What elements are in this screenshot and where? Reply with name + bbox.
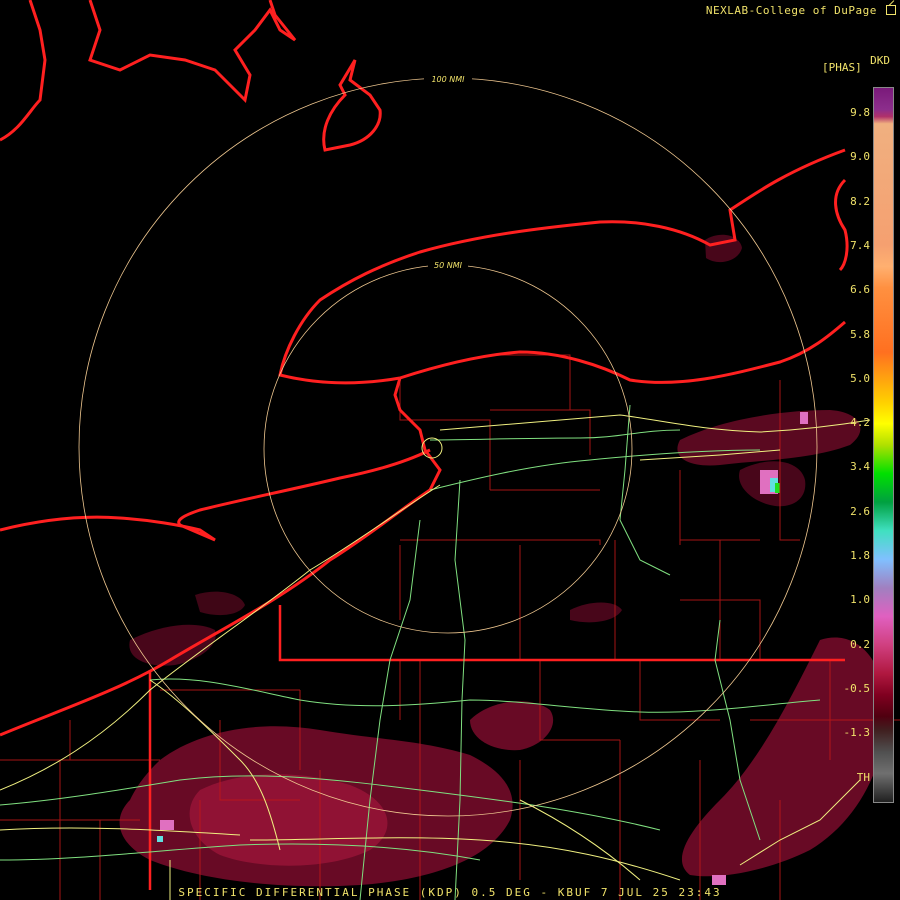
- echo-hotspot-southwest: [160, 820, 174, 830]
- range-ring-label-100: 100 NMI: [431, 75, 465, 84]
- credit-text: NEXLAB-College of DuPage: [705, 4, 877, 17]
- radar-viewer: 100 NMI 50 NMI NEXLAB-College of DuPage …: [0, 0, 900, 900]
- lake-erie-north-shore: [0, 448, 431, 542]
- legend-label: 0.2: [850, 637, 870, 651]
- legend-label: TH: [856, 770, 870, 784]
- legend-label: 4.2: [850, 416, 870, 430]
- echo-region-east: [677, 410, 861, 466]
- legend-label: 8.2: [850, 194, 870, 208]
- echo-region-northwest-scatter: [195, 591, 245, 616]
- thousand-islands: [834, 178, 849, 272]
- echo-region-central: [470, 701, 554, 751]
- lake-simcoe: [322, 59, 382, 152]
- legend-label: 2.6: [850, 504, 870, 518]
- echo-region-southeast: [681, 637, 886, 877]
- precipitation-echoes: [119, 234, 886, 887]
- echo-hotspot-east-green: [775, 483, 780, 493]
- legend-label: 1.0: [850, 593, 870, 607]
- ontario-north-shore: [88, 0, 297, 104]
- range-ring-50: [263, 264, 633, 634]
- product-footer: SPECIFIC DIFFERENTIAL PHASE (KDP) 0.5 DE…: [178, 886, 722, 899]
- radar-map: 100 NMI 50 NMI: [0, 0, 900, 900]
- lake-ontario-north-shore: [278, 148, 846, 385]
- echo-hotspot-southeast: [712, 875, 726, 885]
- legend-unit: [PHAS]: [822, 61, 862, 74]
- legend-label: 5.8: [850, 327, 870, 341]
- georgian-bay-shore: [0, 0, 47, 142]
- legend-product: DKD: [870, 54, 890, 67]
- legend-label: 5.0: [850, 371, 870, 385]
- legend-label: 9.8: [850, 106, 870, 119]
- legend-label: 7.4: [850, 238, 870, 252]
- legend-label: 3.4: [850, 460, 870, 474]
- echo-hotspot-southwest-cyan: [157, 836, 163, 842]
- niagara-river: [393, 377, 442, 491]
- legend-label: 9.0: [850, 150, 870, 164]
- credit-banner[interactable]: NEXLAB-College of DuPage: [705, 0, 896, 17]
- echo-hotspot-east-top: [800, 412, 808, 424]
- echo-region-northeast: [705, 234, 742, 263]
- range-ring-label-50: 50 NMI: [434, 261, 463, 270]
- legend-label: -1.3: [843, 726, 871, 740]
- lake-ontario-south-shore: [399, 320, 846, 384]
- legend-color-bar: [873, 87, 894, 803]
- legend-label: 1.8: [850, 549, 870, 562]
- external-link-icon: [886, 0, 896, 15]
- legend-label: 6.6: [850, 283, 870, 297]
- echo-region-east-small: [570, 602, 622, 623]
- legend-label: -0.5: [843, 681, 871, 695]
